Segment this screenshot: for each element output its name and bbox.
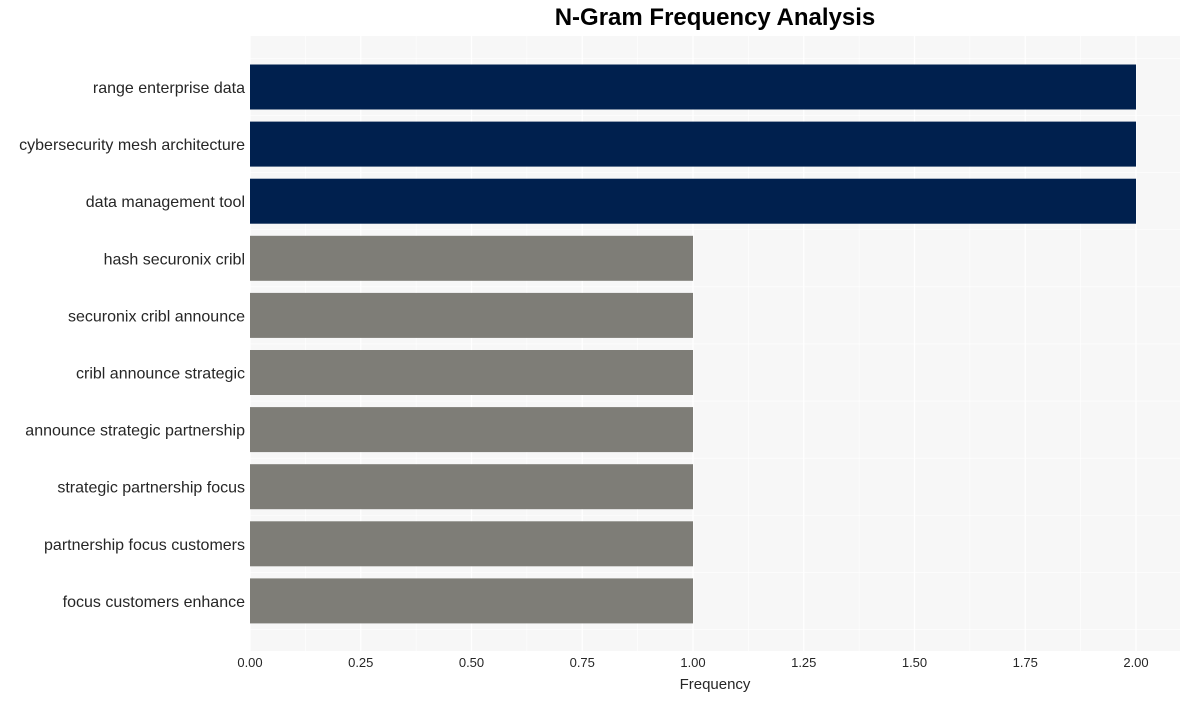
y-tick-label: cribl announce strategic <box>76 366 245 383</box>
x-axis-title: Frequency <box>680 676 751 693</box>
y-axis-labels: range enterprise data cybersecurity mesh … <box>19 80 245 611</box>
x-tick-label: 0.25 <box>348 655 373 670</box>
bar <box>250 64 1136 110</box>
bar <box>250 350 693 395</box>
x-tick-label: 0.75 <box>570 655 595 670</box>
y-tick-label: partnership focus customers <box>44 537 245 554</box>
bar <box>250 464 693 510</box>
y-tick-label: securonix cribl announce <box>68 308 245 325</box>
bar <box>250 121 1136 167</box>
x-tick-label: 2.00 <box>1123 655 1148 670</box>
y-tick-label: focus customers enhance <box>63 594 245 611</box>
y-tick-label: hash securonix cribl <box>104 251 245 268</box>
x-tick-label: 1.75 <box>1013 655 1038 670</box>
y-tick-label: range enterprise data <box>93 80 245 97</box>
x-tick-label: 1.00 <box>680 655 705 670</box>
x-tick-label: 1.25 <box>791 655 816 670</box>
x-tick-label: 1.50 <box>902 655 927 670</box>
y-tick-label: strategic partnership focus <box>57 480 245 497</box>
bar <box>250 521 693 567</box>
x-axis-labels: 0.00 0.25 0.50 0.75 1.00 1.25 1.50 1.75 2.00 <box>237 655 1148 670</box>
bar <box>250 578 693 624</box>
bar <box>250 407 693 453</box>
x-tick-label: 0.00 <box>237 655 262 670</box>
bar <box>250 292 693 338</box>
x-tick-label: 0.50 <box>459 655 484 670</box>
y-tick-label: cybersecurity mesh architecture <box>19 137 245 154</box>
bar-chart: range enterprise data cybersecurity mesh … <box>19 36 1180 693</box>
bar <box>250 178 1136 224</box>
bar <box>250 235 693 281</box>
y-tick-label: data management tool <box>86 194 245 211</box>
y-tick-label: announce strategic partnership <box>25 423 245 440</box>
